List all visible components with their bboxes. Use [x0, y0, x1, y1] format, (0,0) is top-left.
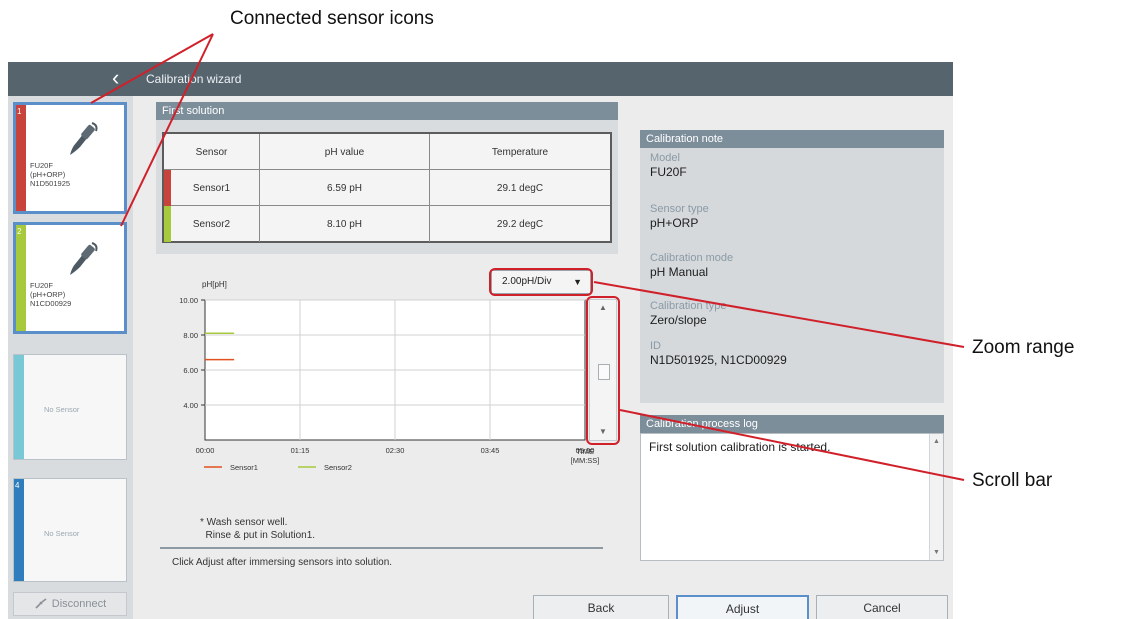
window-title: Calibration wizard [146, 72, 242, 86]
x-tick-label: 00:00 [196, 446, 215, 455]
sensor-slot-text: FU20F (pH+ORP) N1CD00929 [30, 281, 72, 308]
sensor-slot-number: 4 [15, 481, 20, 490]
sensor-slot-2[interactable]: 2 FU20F (pH+ORP) N1CD00929 [13, 222, 127, 334]
probe-icon [70, 242, 98, 275]
y-tick-label: 6.00 [183, 366, 198, 375]
ph-value-cell: 8.10 pH [260, 206, 430, 242]
scroll-down-icon[interactable]: ▼ [930, 549, 943, 556]
y-tick-label: 10.00 [179, 296, 198, 305]
sensor-slot-stripe [16, 225, 26, 331]
zoom-range-highlight [489, 268, 593, 296]
back-button[interactable]: Back [533, 595, 669, 619]
disconnect-button[interactable]: Disconnect [13, 592, 127, 616]
column-header-ph: pH value [260, 134, 430, 170]
calibration-note-header: Calibration note [640, 130, 944, 148]
y-tick-label: 4.00 [183, 401, 198, 410]
y-axis-ticks: 10.00 8.00 6.00 4.00 [179, 296, 205, 410]
annotation-zoom-range: Zoom range [972, 337, 1075, 358]
sensor-name-cell: Sensor1 [164, 170, 260, 206]
sensor-type-label: Sensor type [650, 203, 709, 215]
process-log-panel: First solution calibration is started. ▲… [640, 433, 944, 561]
annotation-scroll-bar: Scroll bar [972, 470, 1053, 491]
temperature-cell: 29.2 degC [496, 218, 544, 230]
temperature-cell: 29.1 degC [496, 182, 544, 194]
log-scrollbar[interactable]: ▲ ▼ [929, 434, 943, 560]
probe-icon [70, 122, 98, 155]
no-sensor-label: No Sensor [44, 405, 80, 414]
sensor-slot-text: FU20F (pH+ORP) N1D501925 [30, 161, 71, 188]
sensor-slot-4[interactable]: 4 No Sensor [13, 478, 127, 582]
id-value: N1D501925, N1CD00929 [650, 353, 787, 367]
column-header-sensor: Sensor [164, 134, 260, 170]
ph-value-cell: 6.59 pH [260, 170, 430, 206]
id-label: ID [650, 340, 661, 352]
y-tick-label: 8.00 [183, 331, 198, 340]
disconnect-label: Disconnect [51, 598, 107, 610]
adjust-instruction: Click Adjust after immersing sensors int… [172, 557, 393, 568]
legend-label-sensor1: Sensor1 [230, 463, 258, 472]
sensor-slot-stripe [16, 105, 26, 211]
title-bar: ‹ Calibration wizard [8, 62, 953, 96]
x-axis-ticks: 00:00 01:15 02:30 03:45 05:00 [196, 446, 595, 455]
scroll-up-icon[interactable]: ▲ [930, 438, 943, 445]
x-axis-label-2: [MM:SS] [571, 456, 600, 465]
x-tick-label: 02:30 [386, 446, 405, 455]
table-row: Sensor1 6.59 pH 29.1 degC [164, 170, 610, 206]
calibration-note-panel: Model FU20F Sensor type pH+ORP Calibrati… [640, 148, 944, 403]
annotation-connected-sensor-icons: Connected sensor icons [230, 8, 434, 29]
cancel-button[interactable]: Cancel [816, 595, 948, 619]
scroll-bar-highlight [586, 296, 620, 445]
chevron-left-icon[interactable]: ‹ [112, 66, 119, 90]
adjust-button[interactable]: Adjust [676, 595, 809, 619]
x-axis-label-1: TIME [576, 447, 594, 456]
no-sensor-label: No Sensor [44, 529, 80, 538]
sensor-readings-table: Sensor pH value Temperature Sensor1 6.59… [162, 132, 612, 243]
instruction-divider [160, 547, 603, 549]
calibration-type-label: Calibration type [650, 300, 727, 312]
sensor-rail: 1 FU20F (pH+ORP) N1D501925 2 FU20F (pH+O… [8, 96, 133, 619]
sensor-slot-stripe [14, 355, 24, 459]
sensor-type-value: pH+ORP [650, 216, 699, 230]
process-log-header: Calibration process log [640, 415, 944, 433]
log-entry: First solution calibration is started. [649, 440, 831, 454]
model-label: Model [650, 152, 680, 164]
calibration-type-value: Zero/slope [650, 313, 707, 327]
sensor-name-cell: Sensor2 [164, 206, 260, 242]
calibration-mode-value: pH Manual [650, 265, 709, 279]
sensor-slot-number: 1 [17, 107, 22, 116]
model-value: FU20F [650, 165, 687, 179]
legend-label-sensor2: Sensor2 [324, 463, 352, 472]
unplug-icon [35, 598, 47, 609]
x-tick-label: 03:45 [481, 446, 500, 455]
sensor-slot-stripe [14, 479, 24, 581]
calibration-mode-label: Calibration mode [650, 252, 734, 264]
column-header-temperature: Temperature [491, 146, 549, 158]
sensor-slot-3[interactable]: No Sensor [13, 354, 127, 460]
wash-instruction: * Wash sensor well. Rinse & put in Solut… [200, 517, 316, 541]
sensor-slot-number: 2 [17, 227, 22, 236]
x-tick-label: 01:15 [291, 446, 310, 455]
first-solution-header: First solution [156, 102, 618, 120]
sensor-slot-1[interactable]: 1 FU20F (pH+ORP) N1D501925 [13, 102, 127, 214]
ph-trend-chart: pH[pH] 10.00 8.00 6.00 4.00 00:00 01:15 02:30… [179, 280, 600, 472]
table-header-row: Sensor pH value Temperature [164, 134, 610, 170]
y-axis-label: pH[pH] [202, 280, 227, 289]
table-row: Sensor2 8.10 pH 29.2 degC [164, 206, 610, 242]
